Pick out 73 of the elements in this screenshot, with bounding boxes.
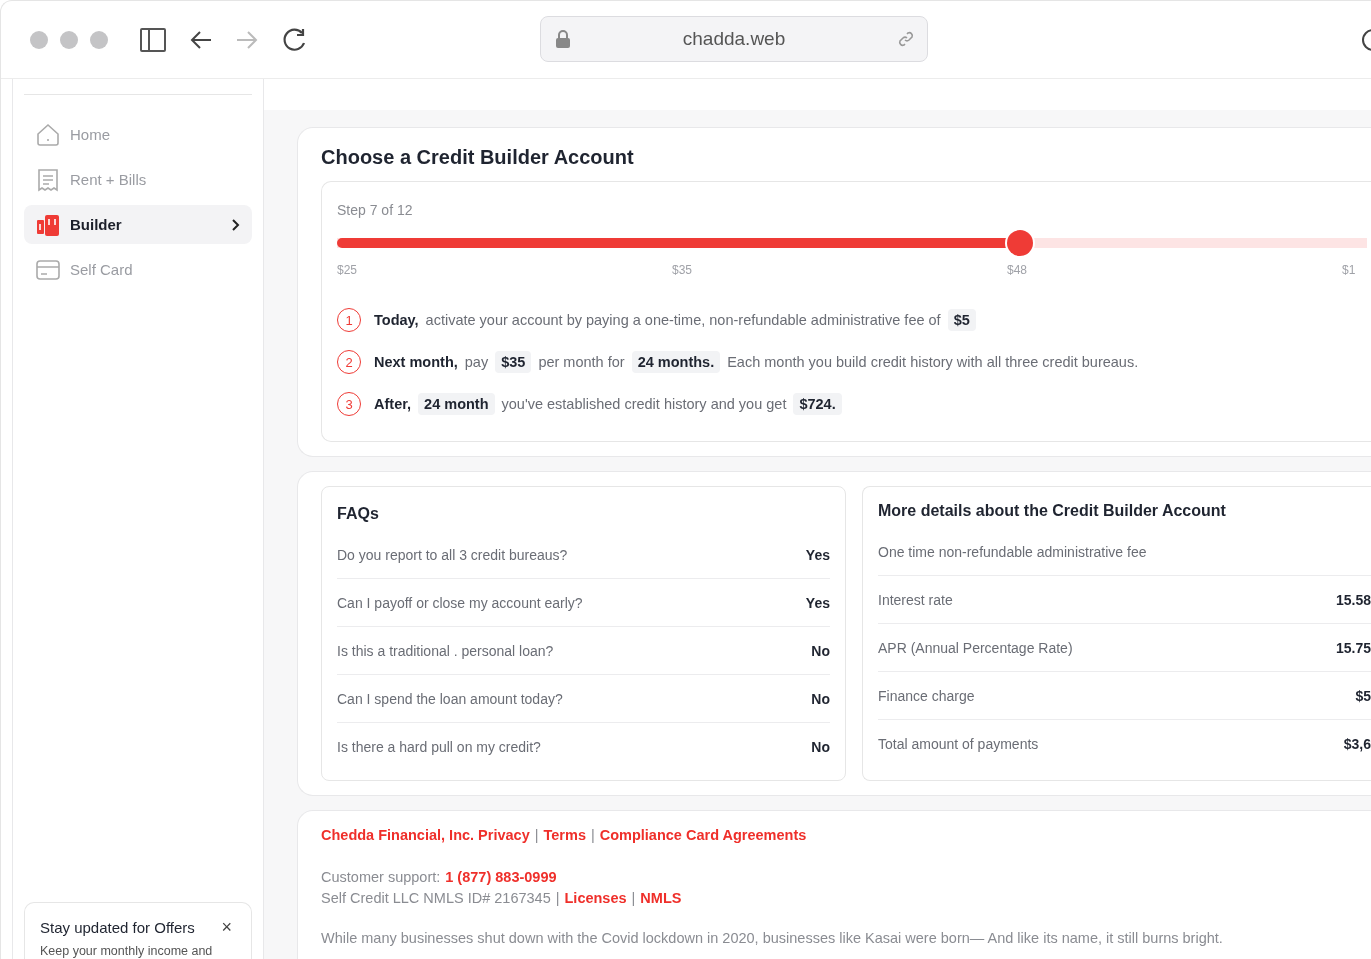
card-title: Choose a Credit Builder Account — [321, 146, 635, 169]
step-lead: Next month, — [374, 354, 458, 370]
step-text: Each month you build credit history with all three credit bureaus. — [727, 354, 1139, 370]
amount-chip: $35 — [495, 351, 532, 373]
promo-text: Keep your monthly income and — [40, 944, 214, 958]
faq-question: Is there a hard pull on my credit? — [337, 738, 541, 755]
details-title: More details about the Credit Builder Account — [878, 502, 1227, 520]
address-bar[interactable]: chadda.web — [540, 16, 928, 62]
separator: | — [555, 890, 560, 906]
separator: | — [534, 827, 539, 843]
tick-label: $48 — [1007, 263, 1029, 277]
step-text: pay — [464, 354, 489, 370]
faq-question: Is this a traditional . personal loan? — [337, 642, 554, 659]
faq-answer: No — [811, 738, 830, 755]
step-text: you've established credit history and you get — [501, 396, 787, 412]
tick-label: $35 — [672, 263, 694, 277]
footer-link[interactable]: Terms — [543, 827, 586, 843]
tick-label: $1 — [1342, 263, 1356, 277]
url-text: chadda.web — [682, 28, 786, 50]
footer-link[interactable]: Licenses — [564, 890, 627, 906]
step-lead: Today, — [374, 312, 419, 328]
card-icon — [36, 259, 60, 280]
chevron-right-icon — [232, 218, 240, 231]
detail-label: APR (Annual Percentage Rate) — [878, 639, 1073, 656]
close-button[interactable]: × — [217, 917, 236, 938]
footer-link[interactable]: 1 (877) 883-0999 — [445, 869, 557, 885]
separator: | — [631, 890, 636, 906]
buildings-icon — [36, 213, 60, 236]
home-icon — [36, 122, 60, 147]
faq-question: Do you report to all 3 credit bureaus? — [337, 546, 568, 563]
footer-link[interactable]: NMLS — [640, 890, 682, 906]
footer-text: Self Credit LLC NMLS ID# 2167345 — [321, 890, 551, 906]
reload-icon[interactable] — [282, 26, 308, 53]
link-icon[interactable] — [897, 30, 915, 48]
detail-label: One time non-refundable administrative fee — [878, 543, 1147, 560]
amount-chip: $5 — [947, 309, 976, 331]
faq-question: Can I payoff or close my account early? — [337, 594, 583, 611]
receipt-icon — [36, 167, 60, 192]
step-label: Step 7 of 12 — [337, 202, 414, 218]
nav-item[interactable]: Self Card — [24, 250, 252, 289]
detail-value: 15.58 — [1335, 591, 1371, 608]
slider-thumb[interactable] — [1006, 230, 1033, 256]
separator: | — [590, 827, 595, 843]
step-text: per month for — [538, 354, 625, 370]
faq-answer: Yes — [805, 594, 830, 611]
amount-chip: $724. — [793, 393, 842, 415]
step-text: activate your account by paying a one-time, non-refundable administrative fee of — [425, 312, 941, 328]
back-icon[interactable] — [190, 29, 212, 50]
tick-label: $25 — [337, 263, 359, 277]
faq-title: FAQs — [337, 505, 380, 523]
amount-chip: 24 month — [418, 393, 495, 415]
detail-value: $3,6 — [1343, 735, 1371, 752]
detail-value: 15.75 — [1335, 639, 1371, 656]
detail-label: Interest rate — [878, 591, 953, 608]
footer-note: While many businesses shut down with the Covid lockdown in 2020, businesses like Kasai were born— And like its name, it still burns bright. — [321, 930, 1224, 946]
nav-item[interactable]: Home — [24, 115, 252, 154]
footer-link[interactable]: Chedda Financial, Inc. Privacy — [321, 827, 530, 843]
faq-answer: Yes — [805, 546, 830, 563]
promo-title: Stay updated for Offers — [40, 919, 195, 936]
step-lead: After, — [374, 396, 412, 412]
detail-label: Total amount of payments — [878, 735, 1039, 752]
faq-answer: No — [811, 642, 830, 659]
detail-label: Finance charge — [878, 687, 975, 704]
footer-link[interactable]: Compliance Card Agreements — [599, 827, 807, 843]
nav-item[interactable]: Builder — [24, 205, 252, 244]
lock-icon — [555, 30, 571, 48]
sidebar-toggle-icon[interactable] — [140, 27, 166, 52]
faq-question: Can I spend the loan amount today? — [337, 690, 563, 707]
footer-text: Customer support: — [321, 869, 441, 885]
detail-value: $5 — [1355, 687, 1371, 704]
amount-chip: 24 months. — [631, 351, 721, 373]
nav-item[interactable]: Rent + Bills — [24, 160, 252, 199]
faq-answer: No — [811, 690, 830, 707]
